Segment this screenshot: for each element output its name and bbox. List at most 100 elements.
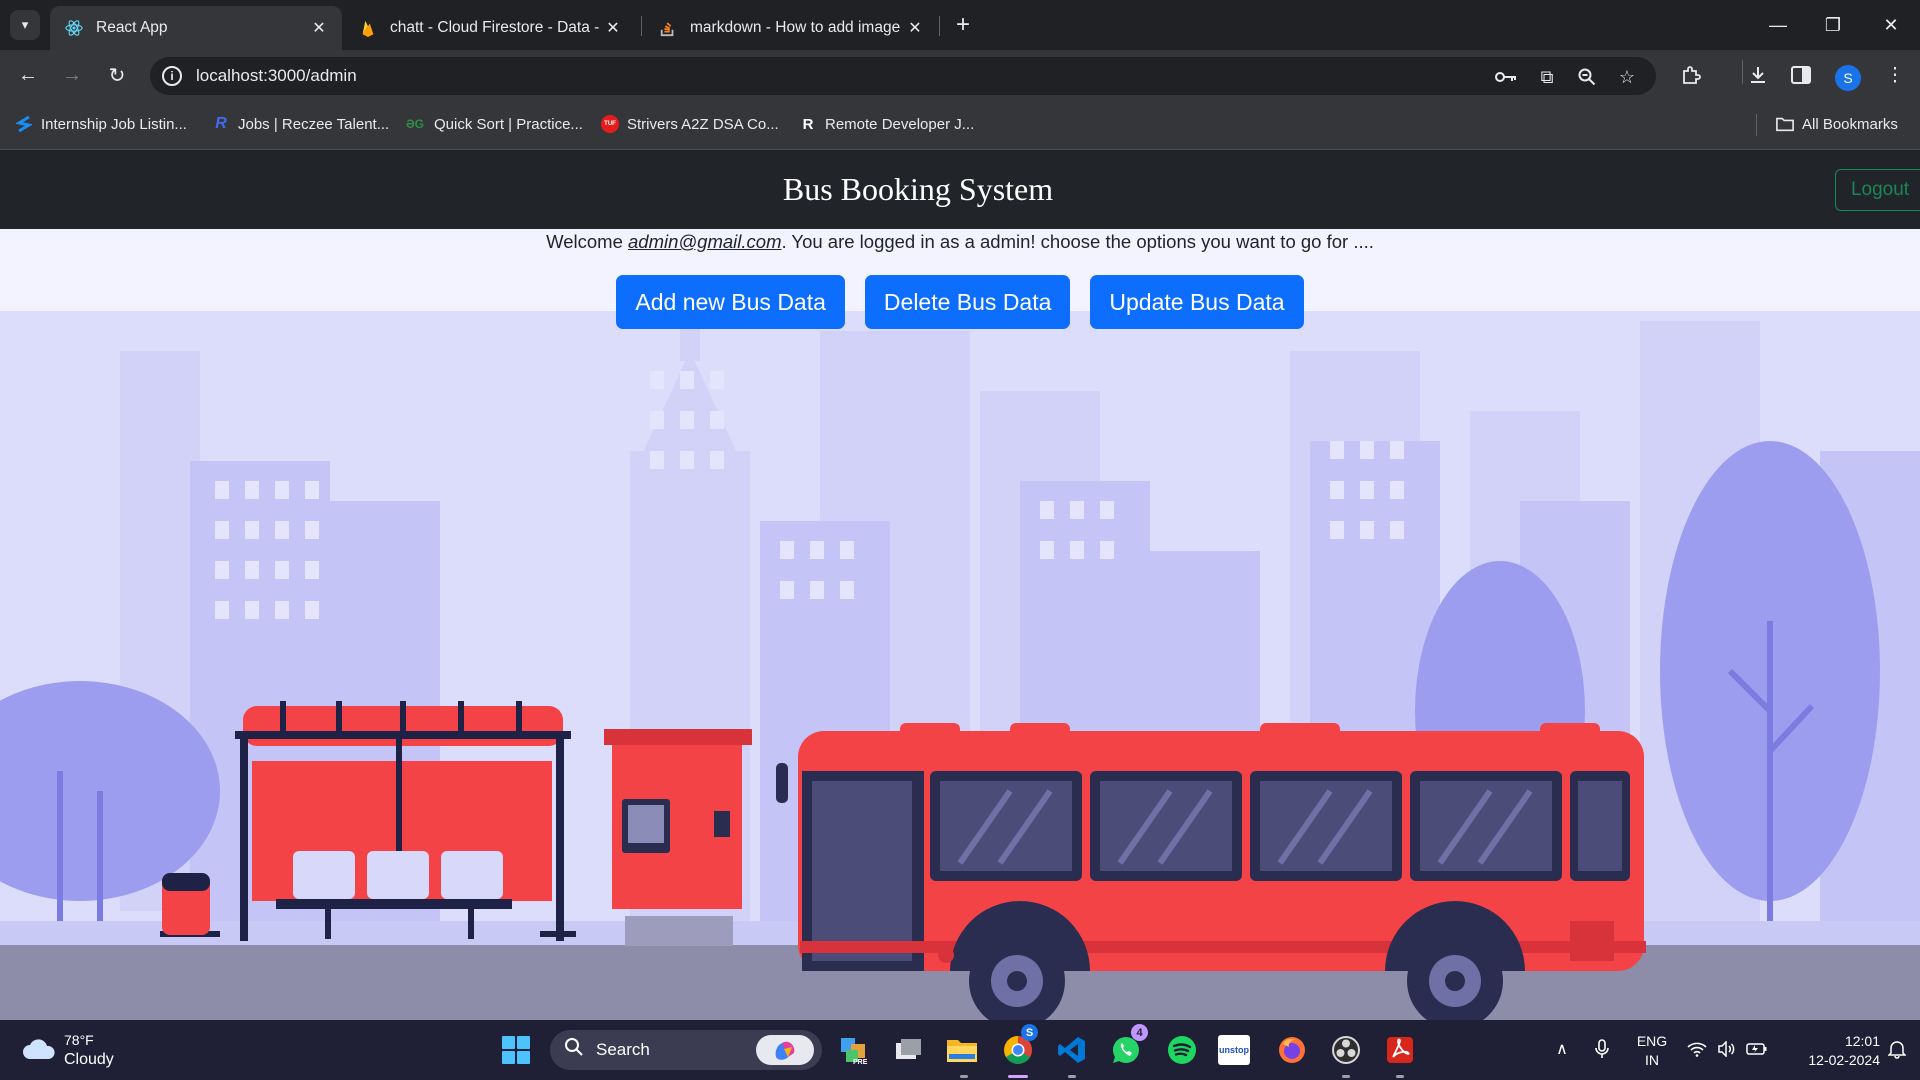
vscode-icon[interactable] <box>1054 1032 1090 1068</box>
running-indicator <box>1068 1075 1076 1078</box>
bookmark-label: Quick Sort | Practice... <box>434 115 583 133</box>
close-icon[interactable]: ✕ <box>310 18 328 38</box>
system-clock[interactable]: 12:01 12-02-2024 <box>1780 1032 1880 1070</box>
site-info-icon[interactable]: i <box>162 66 182 86</box>
unstop-icon <box>15 115 33 133</box>
bookmark-label: Remote Developer J... <box>825 115 975 133</box>
page-content: Bus Booking System Logout Welcome admin@… <box>0 151 1920 1020</box>
tab-title: markdown - How to add image <box>690 19 901 36</box>
acrobat-icon[interactable] <box>1382 1032 1418 1068</box>
tab-divider <box>641 16 642 36</box>
delete-bus-data-button[interactable]: Delete Bus Data <box>864 275 1071 329</box>
open-external-icon[interactable]: ⧉ <box>1535 65 1559 89</box>
active-indicator <box>1008 1075 1028 1078</box>
bookmark-label: Jobs | Reczee Talent... <box>238 115 390 133</box>
zoom-icon[interactable] <box>1575 65 1599 89</box>
tab-markdown[interactable]: markdown - How to add image ✕ <box>644 6 938 50</box>
stackoverflow-icon <box>658 18 678 38</box>
kebab-menu-icon[interactable]: ⋮ <box>1880 60 1910 90</box>
bookmark-item[interactable]: Internship Job Listin... <box>15 115 187 133</box>
copilot-pre-app-icon[interactable]: PRE <box>836 1032 872 1068</box>
notification-bell-icon[interactable] <box>1886 1038 1908 1060</box>
add-bus-data-button[interactable]: Add new Bus Data <box>616 275 845 329</box>
tab-title: chatt - Cloud Firestore - Data - <box>390 19 600 36</box>
tab-firestore[interactable]: chatt - Cloud Firestore - Data - ✕ <box>344 6 636 50</box>
firebase-icon <box>358 18 378 38</box>
chevron-up-icon[interactable]: ∧ <box>1551 1038 1573 1060</box>
microphone-icon[interactable] <box>1591 1038 1613 1060</box>
obs-icon[interactable] <box>1328 1032 1364 1068</box>
taskbar-search[interactable]: Search <box>550 1030 822 1070</box>
bookmarks-bar: Internship Job Listin... R Jobs | Reczee… <box>0 100 1920 150</box>
folder-icon <box>1776 115 1794 133</box>
all-bookmarks-label: All Bookmarks <box>1802 115 1898 133</box>
close-icon[interactable]: ✕ <box>604 18 622 38</box>
download-icon[interactable] <box>1743 60 1773 90</box>
weather-temperature[interactable]: 78°F <box>64 1032 94 1048</box>
tab-search-button[interactable]: ▾ <box>10 10 40 40</box>
search-label: Search <box>596 1040 650 1059</box>
copilot-icon[interactable] <box>756 1035 814 1065</box>
tab-react-app[interactable]: React App ✕ <box>50 6 342 50</box>
battery-icon[interactable] <box>1746 1038 1768 1060</box>
arrow-right-icon: → <box>62 63 82 86</box>
bookmark-item[interactable]: ƏG Quick Sort | Practice... <box>404 115 583 133</box>
firefox-icon[interactable] <box>1274 1032 1310 1068</box>
all-bookmarks[interactable]: All Bookmarks <box>1776 115 1898 133</box>
tab-strip: ▾ React App ✕ chatt - Cloud Firestore - … <box>0 0 1920 50</box>
reload-icon: ↻ <box>108 64 126 87</box>
chevron-down-icon: ▾ <box>21 17 29 32</box>
weather-condition[interactable]: Cloudy <box>64 1051 114 1069</box>
language-indicator[interactable]: ENG IN <box>1632 1032 1672 1070</box>
welcome-prefix: Welcome <box>546 231 629 252</box>
tab-divider <box>939 16 940 36</box>
address-bar[interactable]: i localhost:3000/admin ⧉ ☆ <box>150 57 1656 95</box>
react-icon <box>64 18 84 38</box>
cloud-icon[interactable] <box>22 1037 56 1061</box>
welcome-suffix: . You are logged in as a admin! choose t… <box>781 231 1374 252</box>
back-button[interactable]: ← <box>11 58 45 92</box>
plus-icon: + <box>955 11 970 38</box>
new-tab-button[interactable]: + <box>948 10 978 40</box>
gfg-icon: ƏG <box>405 117 425 131</box>
close-icon[interactable]: ✕ <box>906 18 924 38</box>
key-icon[interactable] <box>1494 65 1518 89</box>
forward-button[interactable]: → <box>55 58 89 92</box>
restore-button[interactable]: ❐ <box>1813 8 1853 42</box>
volume-icon[interactable] <box>1716 1038 1738 1060</box>
star-icon[interactable]: ☆ <box>1615 65 1639 89</box>
bookmark-item[interactable]: R Jobs | Reczee Talent... <box>212 115 389 133</box>
minimize-icon: — <box>1769 14 1787 35</box>
url-text[interactable]: localhost:3000/admin <box>196 66 357 86</box>
close-window-button[interactable]: ✕ <box>1871 8 1911 42</box>
restore-icon: ❐ <box>1824 14 1842 35</box>
bookmark-item[interactable]: R Remote Developer J... <box>799 115 975 133</box>
profile-avatar[interactable]: S <box>1835 65 1861 91</box>
unstop-app-icon[interactable]: unstop <box>1218 1035 1250 1065</box>
bookmark-label: Internship Job Listin... <box>41 115 187 133</box>
arrow-left-icon: ← <box>18 63 38 86</box>
side-panel-icon[interactable] <box>1786 60 1816 90</box>
reczee-icon: R <box>215 115 227 132</box>
clock-date: 12-02-2024 <box>1808 1052 1880 1068</box>
region-code: IN <box>1645 1052 1659 1068</box>
tuf-icon: TUF <box>601 115 619 133</box>
admin-actions: Add new Bus Data Delete Bus Data Update … <box>0 275 1920 329</box>
update-bus-data-button[interactable]: Update Bus Data <box>1090 275 1304 329</box>
welcome-message: Welcome admin@gmail.com. You are logged … <box>0 231 1920 253</box>
task-view-icon[interactable] <box>890 1032 926 1068</box>
bookmark-item[interactable]: TUF Strivers A2Z DSA Co... <box>601 115 779 133</box>
language-code: ENG <box>1636 1033 1668 1049</box>
reload-button[interactable]: ↻ <box>100 58 134 92</box>
running-indicator <box>1342 1075 1350 1078</box>
extensions-icon[interactable] <box>1676 60 1706 90</box>
minimize-button[interactable]: — <box>1758 8 1798 42</box>
tab-title: React App <box>96 19 168 36</box>
bookmark-label: Strivers A2Z DSA Co... <box>627 115 779 133</box>
windows-start-icon[interactable] <box>502 1036 530 1064</box>
file-explorer-icon[interactable] <box>944 1032 980 1068</box>
bookmarks-divider <box>1756 114 1757 136</box>
welcome-email: admin@gmail.com <box>628 231 782 252</box>
wifi-icon[interactable] <box>1686 1038 1708 1060</box>
spotify-icon[interactable] <box>1164 1032 1200 1068</box>
